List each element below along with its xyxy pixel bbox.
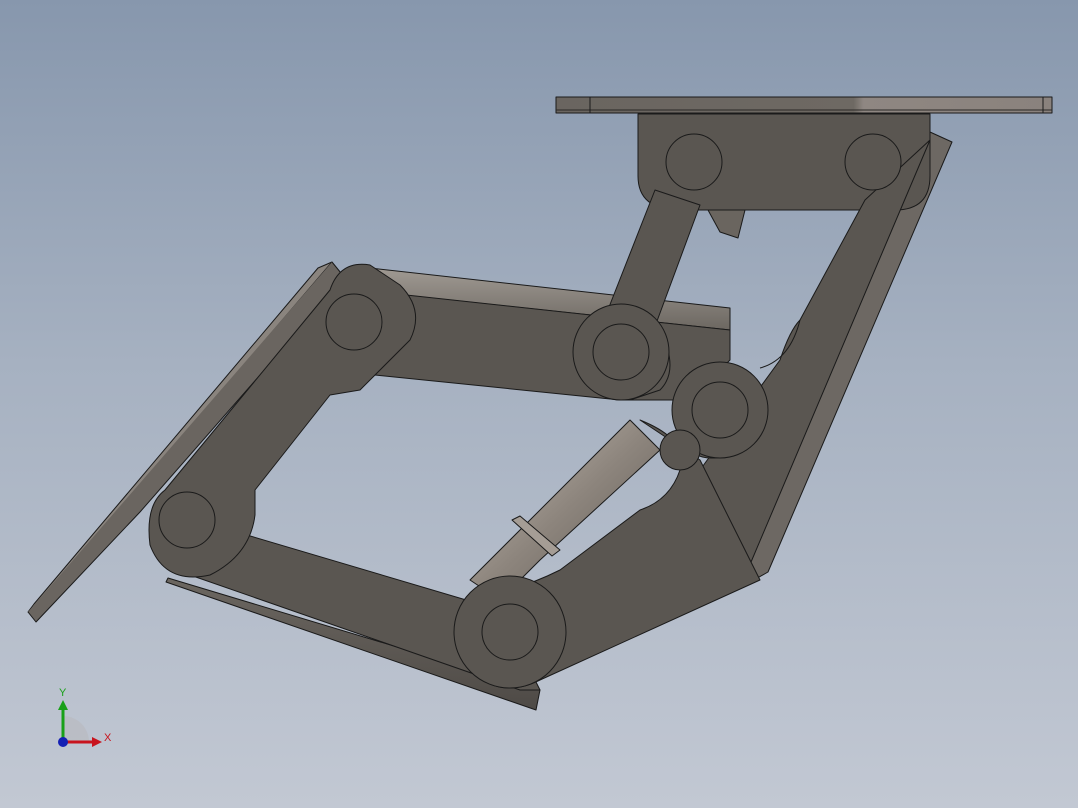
top-mounting-plate[interactable] <box>555 96 1053 114</box>
top-right-pin[interactable] <box>844 133 902 191</box>
triad-graphic <box>58 700 102 747</box>
reference-triad: Y X <box>40 680 120 760</box>
right-pivot-pin[interactable] <box>691 381 749 439</box>
y-axis-label: Y <box>59 687 67 699</box>
graphics-viewport[interactable]: Y X <box>0 0 1078 808</box>
center-pivot-pin[interactable] <box>592 323 650 381</box>
z-axis-dot <box>58 737 68 747</box>
x-axis-label: X <box>104 732 112 744</box>
small-pivot-pin <box>659 429 701 471</box>
upper-left-pin[interactable] <box>325 293 383 351</box>
lower-left-pin[interactable] <box>158 491 216 549</box>
top-left-pin[interactable] <box>665 133 723 191</box>
bottom-pivot-pin[interactable] <box>481 603 539 661</box>
hinge-assembly-model[interactable] <box>0 0 1078 808</box>
